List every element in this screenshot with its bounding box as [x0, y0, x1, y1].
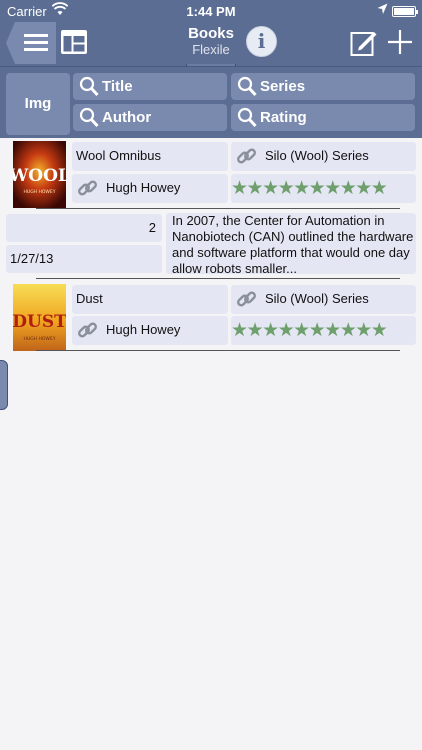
- location-arrow-icon: [377, 3, 388, 14]
- book-cover-image: DUST HUGH HOWEY: [13, 284, 66, 351]
- title-cell[interactable]: Wool Omnibus: [72, 142, 228, 171]
- date-cell[interactable]: 1/27/13: [6, 245, 162, 273]
- series-search-button[interactable]: Series: [231, 73, 415, 100]
- search-icon: [237, 76, 257, 97]
- book-cover-image: WOOL HUGH HOWEY: [13, 141, 66, 208]
- rating-cell[interactable]: ★★★★★★★★★★: [231, 174, 416, 203]
- link-icon: [237, 291, 256, 307]
- search-icon: [79, 76, 99, 97]
- author-search-button[interactable]: Author: [73, 104, 227, 131]
- divider: [36, 278, 400, 279]
- title-column-label: Title: [102, 78, 133, 95]
- add-icon[interactable]: [386, 28, 414, 56]
- star-rating: ★★★★★★★★★★: [231, 320, 388, 341]
- book-author: Hugh Howey: [106, 180, 181, 195]
- svg-text:DUST: DUST: [13, 312, 66, 332]
- clock: 1:44 PM: [186, 4, 236, 19]
- title-search-button[interactable]: Title: [73, 73, 227, 100]
- book-date: 1/27/13: [10, 251, 54, 266]
- series-cell[interactable]: Silo (Wool) Series: [231, 142, 416, 171]
- book-title: Wool Omnibus: [76, 148, 162, 163]
- battery-icon: [392, 6, 418, 17]
- book-series: Silo (Wool) Series: [265, 148, 369, 163]
- author-cell[interactable]: Hugh Howey: [72, 316, 228, 345]
- book-count: 2: [148, 220, 156, 235]
- search-icon: [237, 107, 257, 128]
- navigation-bar: Books Flexile i: [0, 22, 422, 74]
- svg-text:WOOL: WOOL: [13, 166, 66, 186]
- author-cell[interactable]: Hugh Howey: [72, 174, 228, 203]
- column-header: Img Title Series Author Rating: [0, 66, 422, 138]
- title-cell[interactable]: Dust: [72, 285, 228, 314]
- status-bar: Carrier 1:44 PM: [0, 0, 422, 22]
- series-column-label: Series: [260, 78, 306, 95]
- link-icon: [78, 322, 97, 338]
- compose-icon[interactable]: [350, 29, 378, 57]
- rating-cell[interactable]: ★★★★★★★★★★: [231, 316, 416, 345]
- link-icon: [237, 148, 256, 164]
- description-cell[interactable]: In 2007, the Center for Automation in Na…: [166, 213, 416, 274]
- svg-text:HUGH HOWEY: HUGH HOWEY: [24, 336, 56, 342]
- author-column-label: Author: [102, 109, 152, 126]
- rating-column-label: Rating: [260, 109, 307, 126]
- divider: [36, 350, 400, 351]
- count-cell[interactable]: 2: [6, 214, 162, 242]
- link-icon: [78, 180, 97, 196]
- book-series: Silo (Wool) Series: [265, 291, 369, 306]
- star-rating: ★★★★★★★★★★: [231, 178, 388, 199]
- side-drawer-handle[interactable]: [0, 360, 8, 410]
- divider: [36, 208, 400, 209]
- book-title: Dust: [76, 291, 103, 306]
- search-icon: [79, 107, 99, 128]
- img-column-button[interactable]: Img: [6, 73, 70, 135]
- series-cell[interactable]: Silo (Wool) Series: [231, 285, 416, 314]
- book-description: In 2007, the Center for Automation in Na…: [172, 213, 414, 274]
- book-author: Hugh Howey: [106, 322, 181, 337]
- img-column-label: Img: [24, 95, 52, 112]
- svg-text:HUGH HOWEY: HUGH HOWEY: [24, 189, 56, 195]
- rating-search-button[interactable]: Rating: [231, 104, 415, 131]
- info-icon[interactable]: i: [246, 26, 277, 57]
